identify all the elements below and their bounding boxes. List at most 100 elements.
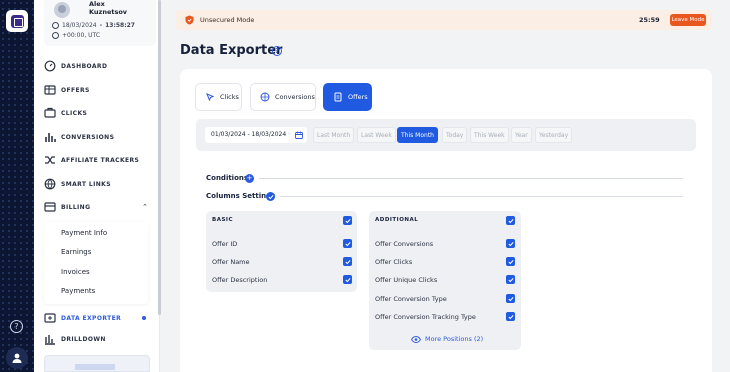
conditions-heading[interactable]: Conditions — [206, 174, 248, 182]
date-range-input[interactable]: 01/03/2024 - 18/03/2024 — [205, 127, 307, 143]
export-icon — [44, 313, 56, 323]
chevron-up-icon[interactable]: ⌃ — [142, 203, 148, 211]
check-circle-icon[interactable] — [266, 192, 275, 201]
profile-time: 13:58:27 — [105, 22, 135, 29]
timezone-label: +00:00, UTC — [62, 32, 101, 39]
avatar — [54, 2, 70, 18]
profile-last-name: Kuznetsov — [89, 8, 128, 16]
sidebar: Alex Kuznetsov 18/03/2024 - 13:58:27 +00… — [34, 0, 160, 372]
additional-row-offer-clicks: Offer Clicks — [375, 258, 413, 266]
additional-row-offer-conversions: Offer Conversions — [375, 240, 434, 248]
banner-text: Unsecured Mode — [200, 16, 255, 24]
sidebar-item-billing[interactable]: BILLING ⌃ — [34, 198, 160, 216]
offer-conversions-checkbox[interactable] — [506, 239, 515, 248]
additional-select-all-checkbox[interactable] — [506, 216, 515, 225]
period-today[interactable]: Today — [442, 127, 468, 143]
period-this-week[interactable]: This Week — [470, 127, 509, 143]
profile-first-name: Alex — [89, 0, 105, 8]
additional-row-offer-conversion-type: Offer Conversion Type — [375, 295, 447, 303]
sidebar-item-label: SMART LINKS — [61, 180, 111, 188]
globe-icon — [44, 178, 56, 190]
offer-conversion-type-checkbox[interactable] — [506, 294, 515, 303]
period-last-week[interactable]: Last Week — [357, 127, 396, 143]
wallet-icon — [44, 202, 56, 212]
more-positions-label: More Positions (2) — [425, 335, 484, 343]
calendar-icon[interactable] — [295, 131, 303, 139]
additional-header: ADDITIONAL — [375, 217, 419, 223]
globe-small-icon — [52, 32, 59, 39]
sidebar-item-label: CLICKS — [61, 109, 88, 117]
tab-label: Clicks — [220, 93, 239, 101]
profile-date: 18/03/2024 — [62, 22, 97, 29]
basic-row-offer-id: Offer ID — [212, 240, 238, 248]
target-icon — [260, 92, 270, 102]
sidebar-item-label: DATA EXPORTER — [61, 314, 122, 322]
submenu-earnings[interactable]: Earnings — [61, 248, 91, 256]
sidebar-item-affiliate-trackers[interactable]: AFFILIATE TRACKERS — [34, 151, 160, 169]
more-positions-button[interactable]: More Positions (2) — [411, 335, 483, 343]
offer-name-checkbox[interactable] — [343, 257, 352, 266]
sidebar-item-conversions[interactable]: CONVERSIONS — [34, 128, 160, 146]
sidebar-item-offers[interactable]: OFFERS — [34, 81, 160, 99]
sidebar-item-label: CONVERSIONS — [61, 133, 115, 141]
billing-submenu: Payment Info Earnings Invoices Payments — [44, 222, 148, 304]
clicks-icon — [44, 107, 56, 118]
profile-card: Alex Kuznetsov 18/03/2024 - 13:58:27 +00… — [44, 0, 156, 46]
tab-label: Conversions — [275, 93, 315, 101]
basic-select-all-checkbox[interactable] — [343, 216, 352, 225]
add-condition-icon[interactable]: + — [245, 174, 254, 183]
basic-header: BASIC — [212, 217, 233, 223]
submenu-payment-info[interactable]: Payment Info — [61, 229, 107, 237]
offer-unique-clicks-checkbox[interactable] — [506, 275, 515, 284]
submenu-payments[interactable]: Payments — [61, 287, 95, 295]
sidebar-scrollbar[interactable] — [158, 0, 161, 315]
sidebar-item-data-exporter[interactable]: DATA EXPORTER — [34, 309, 160, 327]
active-indicator — [142, 316, 146, 320]
offers-icon — [44, 85, 56, 95]
period-last-month[interactable]: Last Month — [313, 127, 355, 143]
additional-row-offer-conversion-tracking-type: Offer Conversion Tracking Type — [375, 313, 476, 321]
sidebar-item-label: DRILLDOWN — [61, 335, 106, 343]
submenu-invoices[interactable]: Invoices — [61, 268, 90, 276]
sidebar-item-label: DASHBOARD — [61, 62, 108, 70]
columns-settings-heading[interactable]: Columns Settings — [206, 192, 275, 200]
banner-timer: 25:59 — [639, 16, 660, 24]
app-rail: ? — [0, 0, 34, 372]
divider — [259, 178, 683, 179]
app-logo-icon[interactable] — [6, 10, 28, 32]
offer-conversion-tracking-type-checkbox[interactable] — [506, 312, 515, 321]
offer-id-checkbox[interactable] — [343, 239, 352, 248]
shuffle-icon — [45, 156, 55, 164]
sidebar-item-drilldown[interactable]: DRILLDOWN — [34, 330, 160, 348]
eye-icon — [411, 335, 421, 343]
period-yesterday[interactable]: Yesterday — [535, 127, 573, 143]
tab-offers[interactable]: Offers — [323, 83, 372, 111]
bar-chart-icon — [45, 133, 56, 142]
profile-datetime: 18/03/2024 - 13:58:27 — [52, 22, 135, 29]
basic-row-offer-name: Offer Name — [212, 258, 250, 266]
period-this-month[interactable]: This Month — [397, 127, 438, 143]
cursor-icon — [206, 93, 215, 102]
help-icon[interactable]: ? — [10, 320, 23, 333]
user-icon[interactable] — [6, 347, 28, 369]
sidebar-item-smart-links[interactable]: SMART LINKS — [34, 175, 160, 193]
tab-conversions[interactable]: Conversions — [250, 83, 316, 111]
basic-row-offer-description: Offer Description — [212, 276, 268, 284]
help-circle-icon[interactable]: ? — [272, 46, 282, 56]
sidebar-item-label: BILLING — [61, 203, 91, 211]
profile-timezone: +00:00, UTC — [52, 32, 100, 39]
dashboard-icon — [44, 60, 56, 72]
sidebar-thumbnail — [44, 355, 150, 372]
sidebar-item-label: AFFILIATE TRACKERS — [61, 156, 140, 164]
offer-description-checkbox[interactable] — [343, 275, 352, 284]
additional-row-offer-unique-clicks: Offer Unique Clicks — [375, 276, 438, 284]
clock-icon — [52, 22, 59, 29]
period-year[interactable]: Year — [511, 127, 532, 143]
leave-mode-button[interactable]: Leave Mode — [670, 14, 706, 26]
sidebar-item-clicks[interactable]: CLICKS — [34, 104, 160, 122]
sidebar-item-dashboard[interactable]: DASHBOARD — [34, 57, 160, 75]
offer-clicks-checkbox[interactable] — [506, 257, 515, 266]
sidebar-item-label: OFFERS — [61, 86, 90, 94]
tab-clicks[interactable]: Clicks — [195, 83, 242, 111]
layers-icon — [45, 335, 55, 345]
